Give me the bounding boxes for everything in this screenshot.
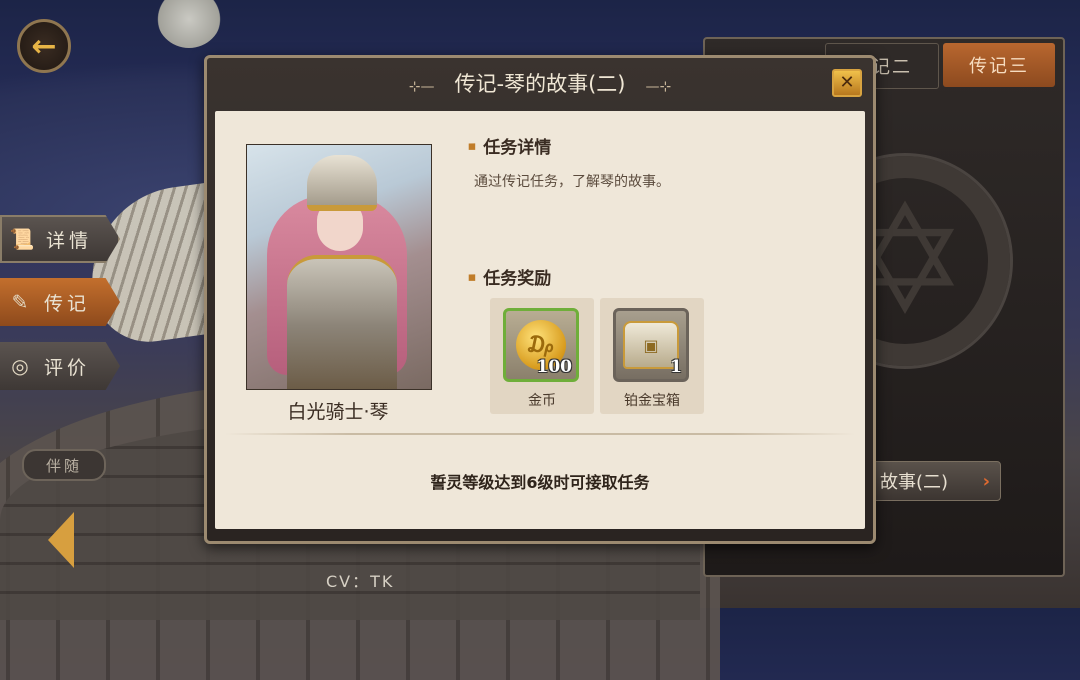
task-detail-text: 通过传记任务，了解琴的故事。 (474, 174, 670, 190)
side-tab-review[interactable]: ◎ 评价 (0, 342, 120, 390)
close-button[interactable]: ✕ (832, 69, 862, 97)
companion-toggle[interactable]: 伴随 (22, 449, 106, 481)
dialog-title-bar: ⊹— 传记-琴的故事(二) —⊹ (207, 68, 873, 98)
tab-biography-3[interactable]: 传记三 (943, 43, 1055, 87)
chevron-right-icon: › (982, 470, 990, 492)
title-ornament-icon: —⊹ (645, 79, 672, 95)
side-tab-label: 详情 (46, 229, 93, 252)
back-button[interactable]: ← (17, 19, 71, 73)
heading-text: 任务详情 (483, 138, 552, 158)
divider (225, 433, 855, 435)
heading-text: 任务奖励 (483, 269, 552, 289)
reward-icon-frame: ₯ 100 (503, 308, 579, 382)
moon (156, 0, 222, 48)
side-tab-detail[interactable]: 📜 详情 (0, 215, 120, 263)
task-reward-heading: ◆ 任务奖励 (464, 264, 552, 289)
voice-actor-label: CV：TK (326, 572, 395, 591)
hero-portrait (246, 144, 432, 390)
close-icon: ✕ (839, 72, 855, 93)
side-tab-label: 传记 (44, 292, 91, 315)
spiral-icon: ◎ (11, 354, 33, 378)
reward-item-chest[interactable]: ▣ 1 铂金宝箱 (600, 298, 704, 414)
dialog-title: 传记-琴的故事(二) (454, 72, 626, 96)
diamond-bullet-icon: ◆ (464, 137, 481, 154)
portrait-armor (287, 255, 397, 389)
reward-item-gold[interactable]: ₯ 100 金币 (490, 298, 594, 414)
reward-name: 铂金宝箱 (624, 393, 680, 409)
diamond-bullet-icon: ◆ (464, 268, 481, 285)
biography-task-dialog: ⊹— 传记-琴的故事(二) —⊹ ✕ 白光骑士·琴 ◆ 任务详情 通过传记任务，了解… (204, 55, 876, 544)
feather-icon: ✎ (11, 290, 33, 314)
dialog-content: 白光骑士·琴 ◆ 任务详情 通过传记任务，了解琴的故事。 ◆ 任务奖励 ₯ 10… (215, 111, 865, 529)
reward-name: 金币 (528, 393, 556, 409)
story-chapter-button[interactable]: 故事(二) › (865, 461, 1001, 501)
back-arrow-icon: ← (31, 28, 57, 64)
story-button-label: 故事(二) (880, 472, 949, 493)
task-requirement-text: 誓灵等级达到6级时可接取任务 (430, 473, 650, 492)
side-tab-biography[interactable]: ✎ 传记 (0, 278, 120, 326)
reward-quantity: 100 (536, 357, 573, 377)
reward-icon-frame: ▣ 1 (613, 308, 689, 382)
tab-label: 传记三 (969, 56, 1029, 77)
reward-quantity: 1 (670, 357, 682, 377)
hero-name: 白光骑士·琴 (287, 401, 389, 423)
task-detail-heading: ◆ 任务详情 (464, 133, 552, 158)
scroll-icon: 📜 (9, 227, 39, 251)
prev-hero-arrow-icon[interactable] (48, 512, 74, 568)
side-tab-label: 评价 (44, 356, 91, 379)
portrait-helmet (307, 155, 377, 211)
title-ornament-icon: ⊹— (408, 79, 435, 95)
companion-label: 伴随 (45, 456, 82, 475)
